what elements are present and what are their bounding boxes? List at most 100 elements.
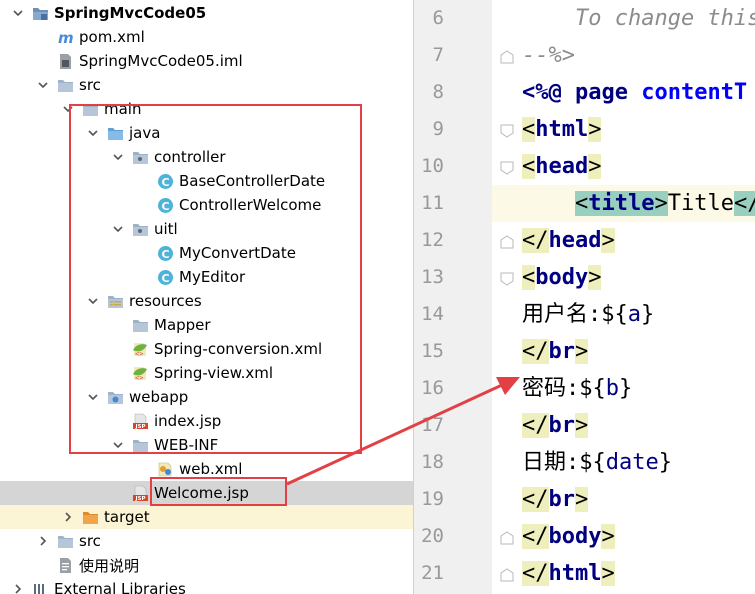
code-token: </	[522, 413, 549, 438]
chevron-down-icon[interactable]	[12, 7, 24, 19]
fold-end-icon[interactable]	[500, 567, 514, 582]
code-token: br	[548, 413, 576, 438]
code-line[interactable]: 10 <head>	[414, 148, 755, 185]
code-token: >	[601, 524, 615, 549]
line-number: 18	[421, 451, 444, 473]
code-line[interactable]: 7 --%>	[414, 37, 755, 74]
line-number: 14	[421, 303, 444, 325]
line-number: 21	[421, 562, 444, 584]
code-token: </	[522, 487, 549, 512]
folder-icon	[57, 77, 74, 94]
tree-row[interactable]: src	[0, 73, 413, 97]
annotation-welcome-box	[150, 477, 287, 506]
code-token: b	[605, 376, 619, 401]
tree-row[interactable]: SpringMvcCode05.iml	[0, 49, 413, 73]
code-token: <%@	[522, 80, 575, 105]
tree-item-label: web.xml	[179, 460, 243, 478]
code-line[interactable]: 6 To change this t	[414, 0, 755, 37]
text-file-icon	[57, 557, 74, 574]
code-token: html	[535, 117, 589, 142]
code-token: 日期:	[522, 450, 580, 475]
fold-start-icon[interactable]	[500, 271, 514, 286]
jsp-icon: JSP	[132, 485, 149, 502]
chevron-down-icon[interactable]	[37, 79, 49, 91]
code-line[interactable]: 8 <%@ page contentT	[414, 74, 755, 111]
line-number: 7	[432, 44, 444, 66]
code-line[interactable]: 13 <body>	[414, 259, 755, 296]
code-text: </br>	[522, 407, 589, 444]
tree-item-label: External Libraries	[54, 580, 186, 594]
code-text: </html>	[522, 555, 615, 592]
code-line[interactable]: 18 日期:${date}	[414, 444, 755, 481]
line-number: 17	[421, 414, 444, 436]
code-text: <%@ page contentT	[522, 74, 747, 111]
code-line[interactable]: 11 <title>Title</	[414, 185, 755, 222]
chevron-right-icon[interactable]	[37, 535, 49, 547]
code-line[interactable]: 17 </br>	[414, 407, 755, 444]
fold-end-icon[interactable]	[500, 49, 514, 64]
excluded-folder-icon	[82, 509, 99, 526]
code-token: >	[575, 339, 589, 364]
code-text: </body>	[522, 518, 615, 555]
code-token: >	[575, 487, 589, 512]
code-text: 日期:${date}	[522, 444, 672, 481]
code-token: 密码:	[522, 376, 580, 401]
code-token: a	[627, 302, 641, 327]
code-text: </br>	[522, 333, 589, 370]
code-token: ${	[579, 450, 606, 475]
line-number: 20	[421, 525, 444, 547]
code-token: }	[658, 450, 672, 475]
code-line[interactable]: 15 </br>	[414, 333, 755, 370]
code-line[interactable]: 9 <html>	[414, 111, 755, 148]
tree-row[interactable]: SpringMvcCode05	[0, 1, 413, 25]
code-token: </	[522, 524, 549, 549]
code-token: >	[588, 265, 602, 290]
line-number: 12	[421, 229, 444, 251]
tree-row[interactable]: 使用说明	[0, 553, 413, 577]
fold-end-icon[interactable]	[500, 234, 514, 249]
code-line[interactable]: 21 </html>	[414, 555, 755, 592]
code-token: </	[522, 339, 549, 364]
code-token: html	[548, 561, 602, 586]
line-number: 9	[432, 118, 444, 140]
code-token: body	[535, 265, 589, 290]
code-token: page	[574, 80, 642, 105]
code-token: <	[522, 117, 536, 142]
line-number: 10	[421, 155, 444, 177]
tree-row[interactable]: target	[0, 505, 413, 529]
code-line[interactable]: 19 </br>	[414, 481, 755, 518]
code-line[interactable]: 14 用户名:${a}	[414, 296, 755, 333]
line-number: 8	[432, 81, 444, 103]
code-token: title	[588, 191, 655, 216]
tree-row[interactable]: External Libraries	[0, 577, 413, 594]
tree-item-label: src	[79, 76, 101, 94]
code-token: ${	[579, 376, 606, 401]
chevron-right-icon[interactable]	[12, 583, 24, 594]
code-token: }	[619, 376, 633, 401]
code-token: </	[522, 561, 549, 586]
code-line[interactable]: 20 </body>	[414, 518, 755, 555]
code-text: To change this t	[522, 0, 755, 37]
code-line[interactable]: 12 </head>	[414, 222, 755, 259]
code-token: </	[522, 228, 549, 253]
fold-start-icon[interactable]	[500, 123, 514, 138]
code-token: <	[522, 265, 536, 290]
code-token: date	[605, 450, 659, 475]
code-line[interactable]: 16 密码:${b}	[414, 370, 755, 407]
libraries-icon	[32, 581, 49, 594]
fold-start-icon[interactable]	[500, 160, 514, 175]
code-text: </head>	[522, 222, 615, 259]
chevron-right-icon[interactable]	[62, 511, 74, 523]
code-editor[interactable]: 6 To change this t 7 --%> 8 <%@ page content…	[414, 0, 755, 594]
code-text: 用户名:${a}	[522, 296, 654, 333]
tree-row[interactable]: src	[0, 529, 413, 553]
fold-end-icon[interactable]	[500, 530, 514, 545]
code-token: >	[588, 117, 602, 142]
tree-item-label: SpringMvcCode05	[54, 4, 207, 22]
tree-row[interactable]: m pom.xml	[0, 25, 413, 49]
code-token: head	[535, 154, 589, 179]
line-number: 11	[421, 192, 444, 214]
